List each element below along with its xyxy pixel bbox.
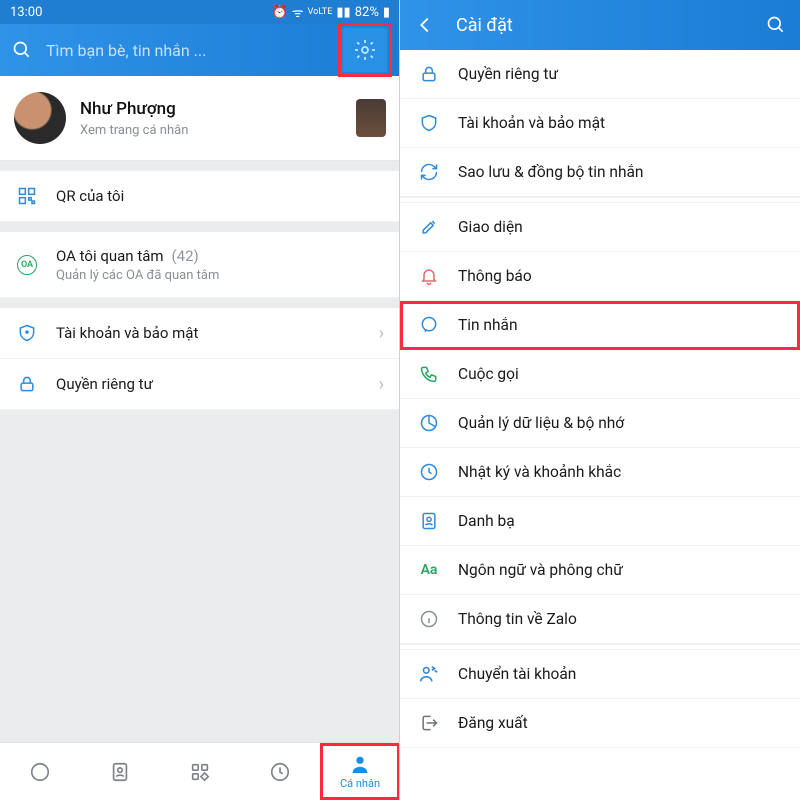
row-label: Quyền riêng tư xyxy=(458,65,782,83)
row-label: Sao lưu & đồng bộ tin nhắn xyxy=(458,163,782,181)
row-privacy[interactable]: Quyền riêng tư › xyxy=(0,359,400,410)
row-my-qr[interactable]: QR của tôi xyxy=(0,171,400,222)
back-button[interactable] xyxy=(414,14,436,36)
chevron-right-icon: › xyxy=(379,323,384,344)
avatar xyxy=(14,92,66,144)
settings-button[interactable] xyxy=(342,27,388,73)
shield-icon xyxy=(16,322,38,344)
switch-user-icon xyxy=(418,663,440,685)
row-label: Thông tin về Zalo xyxy=(458,610,782,628)
row-label: Tin nhắn xyxy=(458,316,782,334)
status-icons: ⏰ ᯤ VoLTE ▮▮ 82% ▮ xyxy=(272,3,390,21)
tab-discover[interactable] xyxy=(160,743,240,800)
profile-subtitle: Xem trang cá nhân xyxy=(80,123,342,138)
row-label: Ngôn ngữ và phông chữ xyxy=(458,561,782,579)
row-label: OA tôi quan tâm xyxy=(56,247,164,265)
search-placeholder: Tìm bạn bè, tin nhắn ... xyxy=(46,41,328,60)
row-logout[interactable]: Đăng xuất xyxy=(400,699,800,748)
row-label: Tài khoản và bảo mật xyxy=(458,114,782,132)
row-about-zalo[interactable]: Thông tin về Zalo xyxy=(400,595,800,644)
battery-icon: ▮ xyxy=(383,5,390,20)
search-icon xyxy=(12,40,32,60)
phone-icon xyxy=(418,363,440,385)
bottom-tabbar: Cá nhân xyxy=(0,742,400,800)
clock-icon xyxy=(269,761,291,783)
lock-icon xyxy=(16,373,38,395)
row-label: Đăng xuất xyxy=(458,714,782,732)
clock-icon xyxy=(418,461,440,483)
person-icon xyxy=(349,753,371,775)
row-label: QR của tôi xyxy=(56,187,384,205)
logout-icon xyxy=(418,712,440,734)
row-messages[interactable]: Tin nhắn xyxy=(400,301,800,350)
signal-icon: ▮▮ xyxy=(336,5,350,20)
tab-label: Cá nhân xyxy=(340,777,380,790)
contact-icon xyxy=(418,510,440,532)
status-time: 13:00 xyxy=(10,5,42,20)
sync-icon xyxy=(418,161,440,183)
row-label: Danh bạ xyxy=(458,512,782,530)
row-oa[interactable]: OA OA tôi quan tâm (42) Quản lý các OA đ… xyxy=(0,232,400,298)
chat-icon xyxy=(29,761,51,783)
chat-icon xyxy=(418,314,440,336)
contact-icon xyxy=(109,761,131,783)
search-button[interactable] xyxy=(766,15,786,35)
row-label: Chuyển tài khoản xyxy=(458,665,782,683)
settings-list: Quyền riêng tư Tài khoản và bảo mật Sao … xyxy=(400,50,800,800)
battery-text: 82% xyxy=(355,5,379,20)
screen-settings: Cài đặt Quyền riêng tư Tài khoản và bảo … xyxy=(400,0,800,800)
status-bar: 13:00 ⏰ ᯤ VoLTE ▮▮ 82% ▮ xyxy=(0,0,400,24)
info-icon xyxy=(418,608,440,630)
row-calls[interactable]: Cuộc gọi xyxy=(400,350,800,399)
oa-icon: OA xyxy=(16,254,38,276)
gear-icon xyxy=(353,38,377,62)
row-label: Quản lý dữ liệu & bộ nhớ xyxy=(458,414,782,432)
font-icon: Aa xyxy=(418,559,440,581)
profile-thumb xyxy=(356,99,386,137)
tab-timeline[interactable] xyxy=(240,743,320,800)
row-label: Nhật ký và khoảnh khắc xyxy=(458,463,782,481)
row-diary[interactable]: Nhật ký và khoảnh khắc xyxy=(400,448,800,497)
row-language-font[interactable]: Aa Ngôn ngữ và phông chữ xyxy=(400,546,800,595)
brush-icon xyxy=(418,216,440,238)
wifi-icon: ᯤ xyxy=(292,3,304,21)
row-notifications[interactable]: Thông báo xyxy=(400,252,800,301)
row-switch-account[interactable]: Chuyển tài khoản xyxy=(400,650,800,699)
profile-name: Như Phượng xyxy=(80,99,342,119)
profile-row[interactable]: Như Phượng Xem trang cá nhân xyxy=(0,76,400,161)
row-account-security[interactable]: Tài khoản và bảo mật › xyxy=(0,308,400,359)
row-privacy[interactable]: Quyền riêng tư xyxy=(400,50,800,99)
pie-icon xyxy=(418,412,440,434)
row-label: Thông báo xyxy=(458,267,782,285)
row-label: Giao diện xyxy=(458,218,782,236)
screen-profile: 13:00 ⏰ ᯤ VoLTE ▮▮ 82% ▮ Tìm bạn bè, tin… xyxy=(0,0,400,800)
lte-icon: VoLTE xyxy=(308,7,333,17)
tab-messages[interactable] xyxy=(0,743,80,800)
lock-icon xyxy=(418,63,440,85)
row-account-security[interactable]: Tài khoản và bảo mật xyxy=(400,99,800,148)
shield-icon xyxy=(418,112,440,134)
row-label: Cuộc gọi xyxy=(458,365,782,383)
settings-appbar: Cài đặt xyxy=(400,0,800,50)
row-label: Tài khoản và bảo mật xyxy=(56,324,361,342)
qr-icon xyxy=(16,185,38,207)
row-theme[interactable]: Giao diện xyxy=(400,203,800,252)
row-contacts[interactable]: Danh bạ xyxy=(400,497,800,546)
oa-count: (42) xyxy=(172,247,199,265)
alarm-icon: ⏰ xyxy=(272,5,288,20)
oa-sub: Quản lý các OA đã quan tâm xyxy=(56,268,384,283)
row-backup-sync[interactable]: Sao lưu & đồng bộ tin nhắn xyxy=(400,148,800,197)
bell-icon xyxy=(418,265,440,287)
search-bar[interactable]: Tìm bạn bè, tin nhắn ... xyxy=(0,24,400,76)
row-data-storage[interactable]: Quản lý dữ liệu & bộ nhớ xyxy=(400,399,800,448)
grid-icon xyxy=(189,761,211,783)
tab-contacts[interactable] xyxy=(80,743,160,800)
chevron-right-icon: › xyxy=(379,374,384,395)
row-label: Quyền riêng tư xyxy=(56,375,361,393)
settings-title: Cài đặt xyxy=(456,15,746,36)
tab-personal[interactable]: Cá nhân xyxy=(320,743,400,800)
